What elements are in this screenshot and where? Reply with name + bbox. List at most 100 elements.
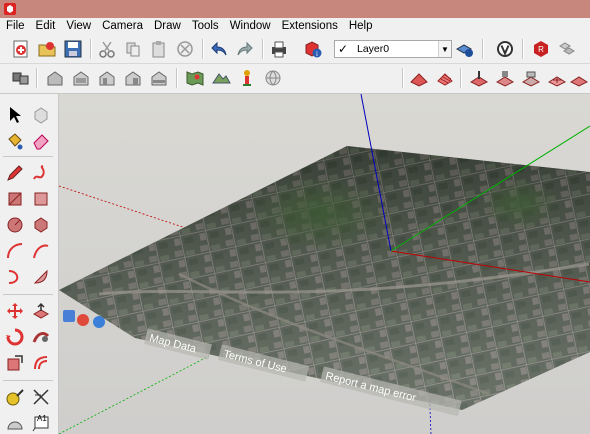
right-view-button[interactable] [122, 67, 144, 89]
save-button[interactable] [62, 38, 84, 60]
iso-house-icon [47, 71, 63, 86]
two-point-arc-tool[interactable] [30, 240, 52, 262]
eraser-tool[interactable] [30, 130, 52, 152]
open-folder-icon [38, 42, 56, 57]
copy-button[interactable] [122, 38, 144, 60]
redo-arrow-icon [237, 41, 253, 56]
tape-measure-tool[interactable] [4, 386, 26, 408]
toolbar-separator [522, 39, 524, 59]
toggle-terrain-button[interactable] [210, 67, 232, 89]
three-point-arc-tool[interactable] [4, 266, 26, 288]
paste-button[interactable] [148, 38, 170, 60]
push-pull-tool[interactable] [30, 300, 52, 322]
circle-icon [7, 217, 23, 233]
move-tool[interactable] [4, 300, 26, 322]
layer-dropdown-value: Layer0 [357, 43, 390, 55]
svg-text:i: i [316, 50, 318, 58]
add-detail-button[interactable] [546, 67, 568, 89]
paste-icon [152, 41, 165, 58]
open-button[interactable] [36, 38, 58, 60]
standard-toolbar: i ✓ Layer0 ▼ R [0, 35, 590, 64]
dimension-icon [33, 389, 49, 405]
model-info-button[interactable]: i [302, 38, 324, 60]
share-model-button[interactable] [262, 67, 284, 89]
undo-button[interactable] [208, 38, 230, 60]
menu-help[interactable]: Help [343, 18, 378, 35]
offset-icon [34, 356, 48, 370]
pencil-icon [7, 165, 23, 181]
print-button[interactable] [268, 38, 290, 60]
smoove-button[interactable] [468, 67, 490, 89]
drape-icon [521, 71, 541, 87]
paint-bucket-icon [8, 133, 23, 150]
rotated-rectangle-icon [34, 192, 48, 206]
sandbox-from-contours-button[interactable] [408, 67, 430, 89]
menu-draw[interactable]: Draw [148, 18, 186, 35]
paint-bucket-tool[interactable] [4, 130, 26, 152]
delete-circle-icon [177, 41, 193, 57]
make-component-button[interactable] [10, 67, 32, 89]
arrow-cursor-icon [10, 107, 21, 123]
rectangle-tool[interactable] [4, 188, 26, 210]
menu-window[interactable]: Window [224, 18, 276, 35]
rotate-tool[interactable] [4, 326, 26, 348]
photo-textures-button[interactable] [236, 67, 258, 89]
model-viewport[interactable]: Map Data Terms of Use Report a map error [59, 94, 590, 434]
model-info-icon: i [305, 41, 322, 58]
toolbar-separator [262, 39, 264, 59]
stamp-button[interactable] [494, 67, 516, 89]
top-view-button[interactable] [70, 67, 92, 89]
drape-button[interactable] [520, 67, 542, 89]
redo-button[interactable] [234, 38, 256, 60]
arc-tool[interactable] [4, 240, 26, 262]
iso-view-button[interactable] [44, 67, 66, 89]
extension-button-2[interactable] [556, 38, 578, 60]
warehouse-button[interactable] [494, 38, 516, 60]
sketchup-app-icon[interactable] [3, 2, 17, 16]
freehand-tool[interactable] [30, 162, 52, 184]
chevron-down-icon[interactable]: ▼ [438, 41, 451, 57]
layer-dropdown[interactable]: ✓ Layer0 ▼ [334, 40, 452, 58]
add-location-button[interactable] [184, 67, 206, 89]
menu-extensions[interactable]: Extensions [276, 18, 343, 35]
follow-me-tool[interactable] [30, 326, 52, 348]
protractor-tool[interactable] [4, 412, 26, 434]
tool-separator [3, 156, 53, 157]
dimension-tool[interactable] [30, 386, 52, 408]
top-view-icon [73, 71, 89, 86]
v-ray-icon [497, 41, 513, 57]
menu-view[interactable]: View [60, 18, 96, 35]
back-view-button[interactable] [148, 67, 170, 89]
cut-button[interactable] [96, 38, 118, 60]
line-tool[interactable] [4, 162, 26, 184]
menu-file[interactable]: File [0, 18, 30, 35]
menu-camera[interactable]: Camera [96, 18, 148, 35]
menu-tools[interactable]: Tools [186, 18, 224, 35]
scale-tool[interactable] [4, 352, 26, 374]
tool-separator [3, 380, 53, 381]
circle-tool[interactable] [4, 214, 26, 236]
smoove-icon [469, 71, 489, 87]
erase-button[interactable] [174, 38, 196, 60]
freehand-squiggle-icon [33, 165, 45, 180]
pie-tool[interactable] [30, 266, 52, 288]
map-location-icon [186, 71, 204, 86]
rotated-rectangle-tool[interactable] [30, 188, 52, 210]
polygon-tool[interactable] [30, 214, 52, 236]
follow-me-icon [32, 332, 50, 343]
sandbox-from-scratch-button[interactable] [434, 67, 456, 89]
select-tool[interactable] [4, 104, 26, 126]
offset-tool[interactable] [30, 352, 52, 374]
make-component-tool[interactable] [30, 104, 52, 126]
tape-measure-icon [6, 389, 24, 406]
layer-manager-button[interactable] [454, 38, 476, 60]
toolbar-separator [402, 68, 404, 88]
flip-edge-icon [569, 76, 589, 87]
front-view-button[interactable] [96, 67, 118, 89]
menu-bar: File Edit View Camera Draw Tools Window … [0, 18, 590, 35]
component-cube-icon [34, 107, 48, 124]
flip-edge-button[interactable] [568, 67, 590, 89]
new-file-button[interactable] [10, 38, 32, 60]
extension-button-1[interactable]: R [530, 38, 552, 60]
menu-edit[interactable]: Edit [30, 18, 61, 35]
